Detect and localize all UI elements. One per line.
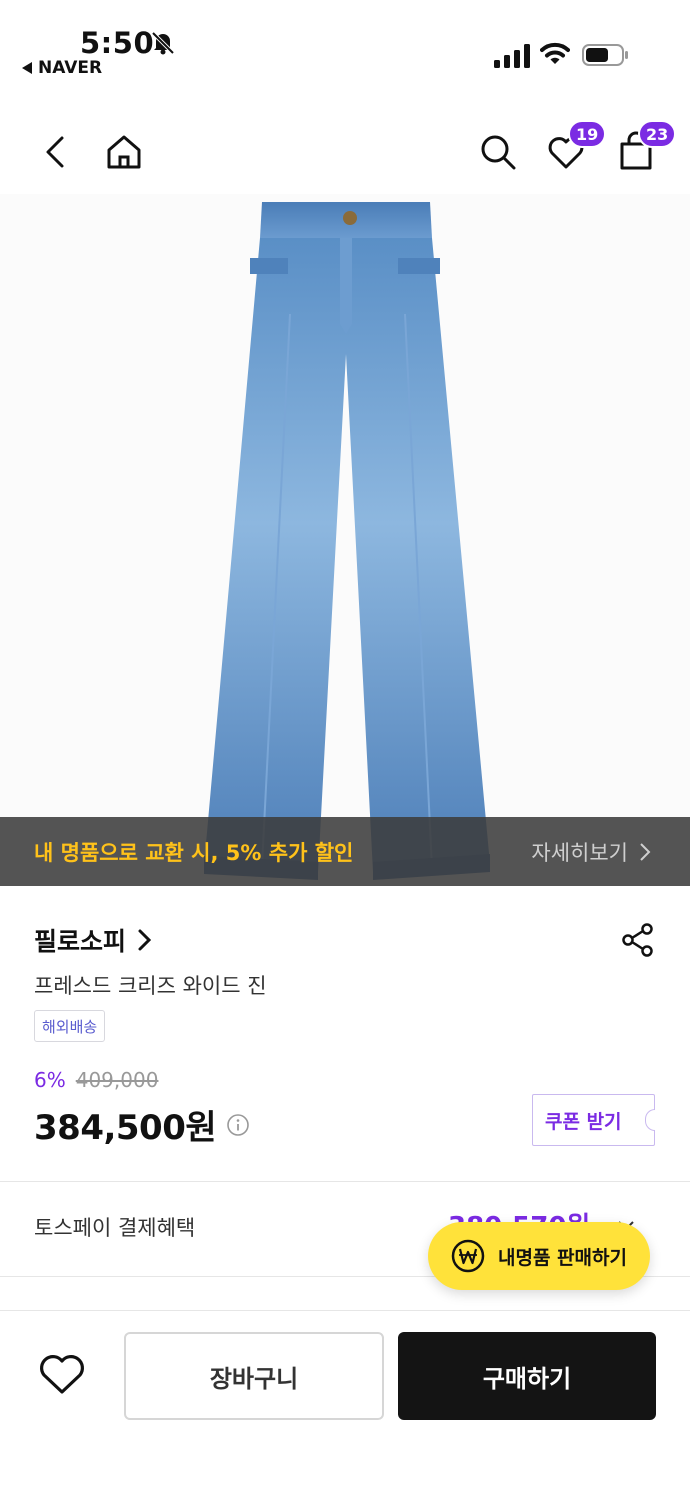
add-to-cart-button[interactable]: 장바구니: [124, 1332, 384, 1420]
divider: [0, 1181, 690, 1182]
coupon-notch: [645, 1109, 655, 1131]
back-app-label: NAVER: [38, 58, 103, 78]
buy-now-button[interactable]: 구매하기: [398, 1332, 656, 1420]
wishlist-heart-icon[interactable]: [36, 1348, 88, 1400]
status-bar: 5:50 NAVER: [0, 0, 690, 96]
coupon-label: 쿠폰 받기: [545, 1110, 622, 1133]
info-icon[interactable]: [226, 1113, 250, 1137]
price-row: 384,500원: [34, 1100, 250, 1149]
sell-button-label: 내명품 판매하기: [498, 1246, 627, 1269]
back-arrow-icon[interactable]: [34, 130, 78, 174]
back-to-app-button[interactable]: NAVER: [22, 58, 102, 78]
promo-detail-link[interactable]: 자세히보기: [531, 837, 652, 867]
search-icon[interactable]: [476, 130, 520, 174]
trade-in-promo-banner[interactable]: 내 명품으로 교환 시, 5% 추가 할인 자세히보기: [0, 817, 690, 886]
original-price: 409,000: [75, 1068, 159, 1092]
home-icon[interactable]: [102, 130, 146, 174]
chevron-right-icon: [138, 929, 152, 951]
share-icon[interactable]: [620, 922, 656, 958]
status-time: 5:50: [80, 26, 155, 60]
jeans-illustration: [204, 202, 490, 880]
back-triangle-icon: [22, 62, 32, 74]
product-image[interactable]: [0, 194, 690, 886]
discount-rate: 6%: [34, 1068, 66, 1092]
won-coin-icon: [451, 1239, 485, 1273]
cart-count-badge: 23: [638, 120, 677, 148]
sale-price: 384,500원: [34, 1108, 217, 1148]
cellular-signal-icon: [494, 44, 530, 68]
promo-detail-label: 자세히보기: [531, 840, 628, 865]
chevron-right-icon: [640, 842, 651, 861]
battery-icon: [582, 44, 628, 66]
promo-text: 내 명품으로 교환 시, 5% 추가 할인: [34, 840, 354, 865]
wishlist-header-button[interactable]: 19: [544, 120, 607, 174]
bell-off-icon: [151, 31, 175, 55]
sell-my-luxury-button[interactable]: 내명품 판매하기: [428, 1222, 650, 1290]
overseas-shipping-tag: 해외배송: [34, 1010, 106, 1042]
product-name: 프레스드 크리즈 와이드 진: [34, 974, 267, 998]
cart-header-button[interactable]: 23: [614, 120, 677, 174]
payment-benefit-label[interactable]: 토스페이 결제혜택: [34, 1212, 195, 1242]
wishlist-count-badge: 19: [568, 120, 607, 148]
top-navigation: 19 23: [0, 110, 690, 194]
discount-row: 6% 409,000: [34, 1068, 158, 1092]
wifi-icon: [540, 42, 570, 64]
brand-link[interactable]: 필로소피: [34, 922, 154, 958]
coupon-download-button[interactable]: 쿠폰 받기: [532, 1094, 655, 1146]
brand-name: 필로소피: [34, 927, 127, 956]
